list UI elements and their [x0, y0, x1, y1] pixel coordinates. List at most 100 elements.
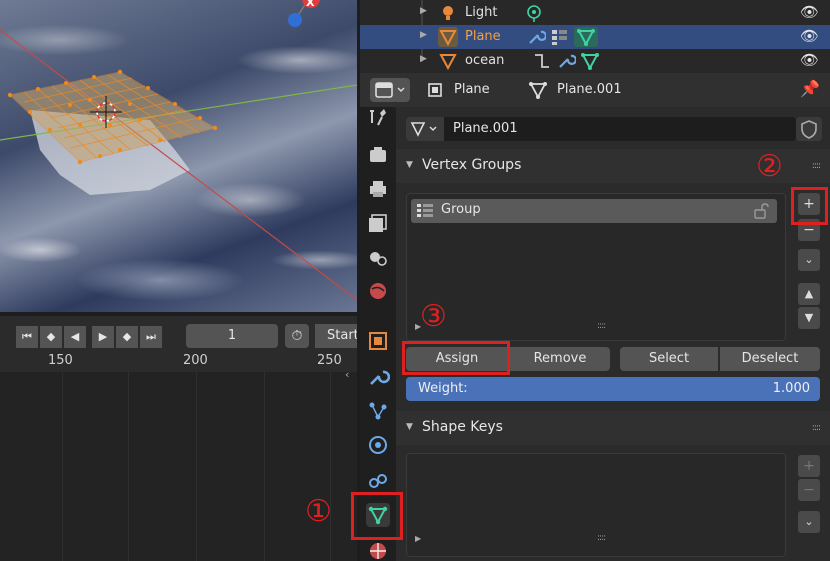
- shape-keys-title: Shape Keys: [422, 419, 503, 435]
- fake-user-shield-icon[interactable]: [796, 117, 822, 141]
- weight-slider[interactable]: Weight: 1.000: [406, 377, 820, 401]
- constraint-icon[interactable]: [532, 51, 552, 71]
- expand-arrow-icon[interactable]: ▶: [420, 30, 427, 40]
- collapse-triangle-icon[interactable]: ▼: [406, 422, 413, 432]
- lock-open-icon[interactable]: [753, 203, 771, 219]
- annotation-number-3: ③: [420, 299, 447, 334]
- browse-mesh-button[interactable]: [406, 117, 444, 141]
- move-up-button[interactable]: ▲: [798, 283, 820, 305]
- breadcrumb-object: Plane: [454, 82, 490, 97]
- particles-tab-icon[interactable]: [366, 399, 390, 423]
- vertex-group-list[interactable]: Group ▶ ::::: [406, 193, 786, 341]
- visibility-eye-icon[interactable]: 👁: [800, 3, 819, 21]
- timeline-area[interactable]: [0, 372, 357, 561]
- current-frame-field[interactable]: 1: [186, 324, 278, 348]
- object-tab-icon[interactable]: [366, 329, 390, 353]
- mesh-data-icon: [529, 82, 547, 99]
- vertex-groups-title: Vertex Groups: [422, 157, 522, 173]
- breadcrumb-mesh: Plane.001: [557, 82, 622, 97]
- outliner-row-ocean[interactable]: ▶ ocean 👁: [360, 49, 830, 73]
- mesh-data-icon[interactable]: [580, 51, 600, 71]
- viewport-scene: [0, 0, 357, 301]
- render-tab-icon[interactable]: [366, 143, 390, 167]
- mesh-data-icon: [410, 122, 437, 137]
- outliner[interactable]: ▶ Light 👁 ▶ Plane 👁 ▶ ocean 👁: [360, 0, 830, 73]
- jump-keyframe-forward-button[interactable]: ◆: [116, 326, 138, 348]
- mesh-datablock-selector[interactable]: Plane.001: [406, 117, 796, 141]
- shape-key-list[interactable]: ▶ ::::: [406, 453, 786, 557]
- timeline-editor[interactable]: ⏮ ◆ ◀ ▶ ◆ ⏭ 1 ⏱ Start 150 200 250 ‹: [0, 312, 357, 561]
- 3d-viewport[interactable]: X: [0, 0, 357, 312]
- editor-type-button[interactable]: [370, 78, 410, 102]
- vertex-group-item[interactable]: Group: [411, 199, 777, 223]
- weight-label: Weight:: [418, 381, 468, 396]
- object-icon: [428, 83, 442, 97]
- view-layer-tab-icon[interactable]: [366, 211, 390, 235]
- mesh-name-field[interactable]: Plane.001: [453, 121, 518, 136]
- annotation-box-mesh-tab: [351, 492, 403, 540]
- remove-from-group-button[interactable]: Remove: [510, 347, 610, 371]
- collapse-arrow-icon[interactable]: ‹: [345, 368, 359, 382]
- tool-tab-icon[interactable]: [366, 107, 390, 131]
- list-resize-grip-icon[interactable]: ::::: [597, 533, 606, 543]
- physics-tab-icon[interactable]: [366, 433, 390, 457]
- expand-arrow-icon[interactable]: ▶: [420, 54, 427, 64]
- list-resize-grip-icon[interactable]: ::::: [597, 321, 606, 331]
- modifier-wrench-icon[interactable]: [526, 27, 546, 47]
- mesh-data-icon[interactable]: [574, 27, 598, 47]
- timeline-header: ⏮ ◆ ◀ ▶ ◆ ⏭ 1 ⏱ Start: [0, 316, 357, 352]
- jump-start-button[interactable]: ⏮: [16, 326, 38, 348]
- mesh-object-icon: [439, 54, 457, 71]
- outliner-row-light[interactable]: ▶ Light 👁: [360, 1, 830, 25]
- shape-key-specials-chevron-icon[interactable]: ⌄: [798, 511, 820, 533]
- modifiers-tab-icon[interactable]: [366, 365, 390, 389]
- shape-keys-panel-header[interactable]: ▼ Shape Keys ::::: [396, 411, 830, 445]
- tick-label: 150: [48, 353, 73, 368]
- stopwatch-icon[interactable]: ⏱: [285, 324, 309, 348]
- visibility-eye-icon[interactable]: 👁: [800, 27, 819, 45]
- vertex-group-name: Group: [441, 202, 481, 217]
- gizmo-z-icon[interactable]: [288, 13, 302, 27]
- drag-grip-icon[interactable]: ::::: [812, 161, 821, 171]
- jump-keyframe-back-button[interactable]: ◆: [40, 326, 62, 348]
- material-tab-icon[interactable]: [366, 539, 390, 561]
- vertex-group-icon: [417, 204, 433, 217]
- drag-grip-icon[interactable]: ::::: [812, 423, 821, 433]
- move-down-button[interactable]: ▼: [798, 307, 820, 329]
- expand-arrow-icon[interactable]: ▶: [420, 6, 427, 16]
- outliner-row-plane[interactable]: ▶ Plane 👁: [360, 25, 830, 49]
- outliner-name: Plane: [465, 29, 501, 44]
- select-button[interactable]: Select: [620, 347, 718, 371]
- timeline-ruler[interactable]: 150 200 250: [0, 348, 357, 372]
- jump-end-button[interactable]: ⏭: [140, 326, 162, 348]
- constraints-tab-icon[interactable]: [366, 469, 390, 493]
- mesh-object-icon: [438, 27, 458, 47]
- gizmo-x-label: X: [306, 0, 315, 9]
- deselect-button[interactable]: Deselect: [720, 347, 820, 371]
- remove-shape-key-button[interactable]: −: [798, 479, 820, 501]
- visibility-eye-icon[interactable]: 👁: [800, 51, 819, 69]
- weight-value: 1.000: [772, 381, 810, 396]
- light-object-icon: [443, 6, 453, 20]
- scene-tab-icon[interactable]: [366, 245, 390, 269]
- world-tab-icon[interactable]: [366, 279, 390, 303]
- annotation-number-2: ②: [756, 149, 783, 184]
- output-tab-icon[interactable]: [366, 177, 390, 201]
- specials-menu-chevron-icon[interactable]: ⌄: [798, 249, 820, 271]
- vertex-groups-icon[interactable]: [550, 27, 570, 47]
- tick-label: 250: [317, 353, 342, 368]
- outliner-name: ocean: [465, 53, 505, 68]
- collapse-triangle-icon[interactable]: ▼: [406, 160, 413, 170]
- annotation-box-assign-button: [402, 341, 510, 375]
- pin-icon[interactable]: 📌: [800, 79, 820, 98]
- modifier-wrench-icon[interactable]: [556, 51, 576, 71]
- play-button[interactable]: ▶: [92, 326, 114, 348]
- add-shape-key-button[interactable]: +: [798, 455, 820, 477]
- annotation-number-1: ①: [305, 494, 332, 529]
- play-reverse-button[interactable]: ◀: [64, 326, 86, 348]
- light-data-icon[interactable]: [524, 3, 544, 23]
- outliner-name: Light: [465, 5, 498, 20]
- start-frame-field[interactable]: Start: [315, 324, 357, 348]
- tick-label: 200: [183, 353, 208, 368]
- list-filter-triangle-icon[interactable]: ▶: [415, 534, 421, 543]
